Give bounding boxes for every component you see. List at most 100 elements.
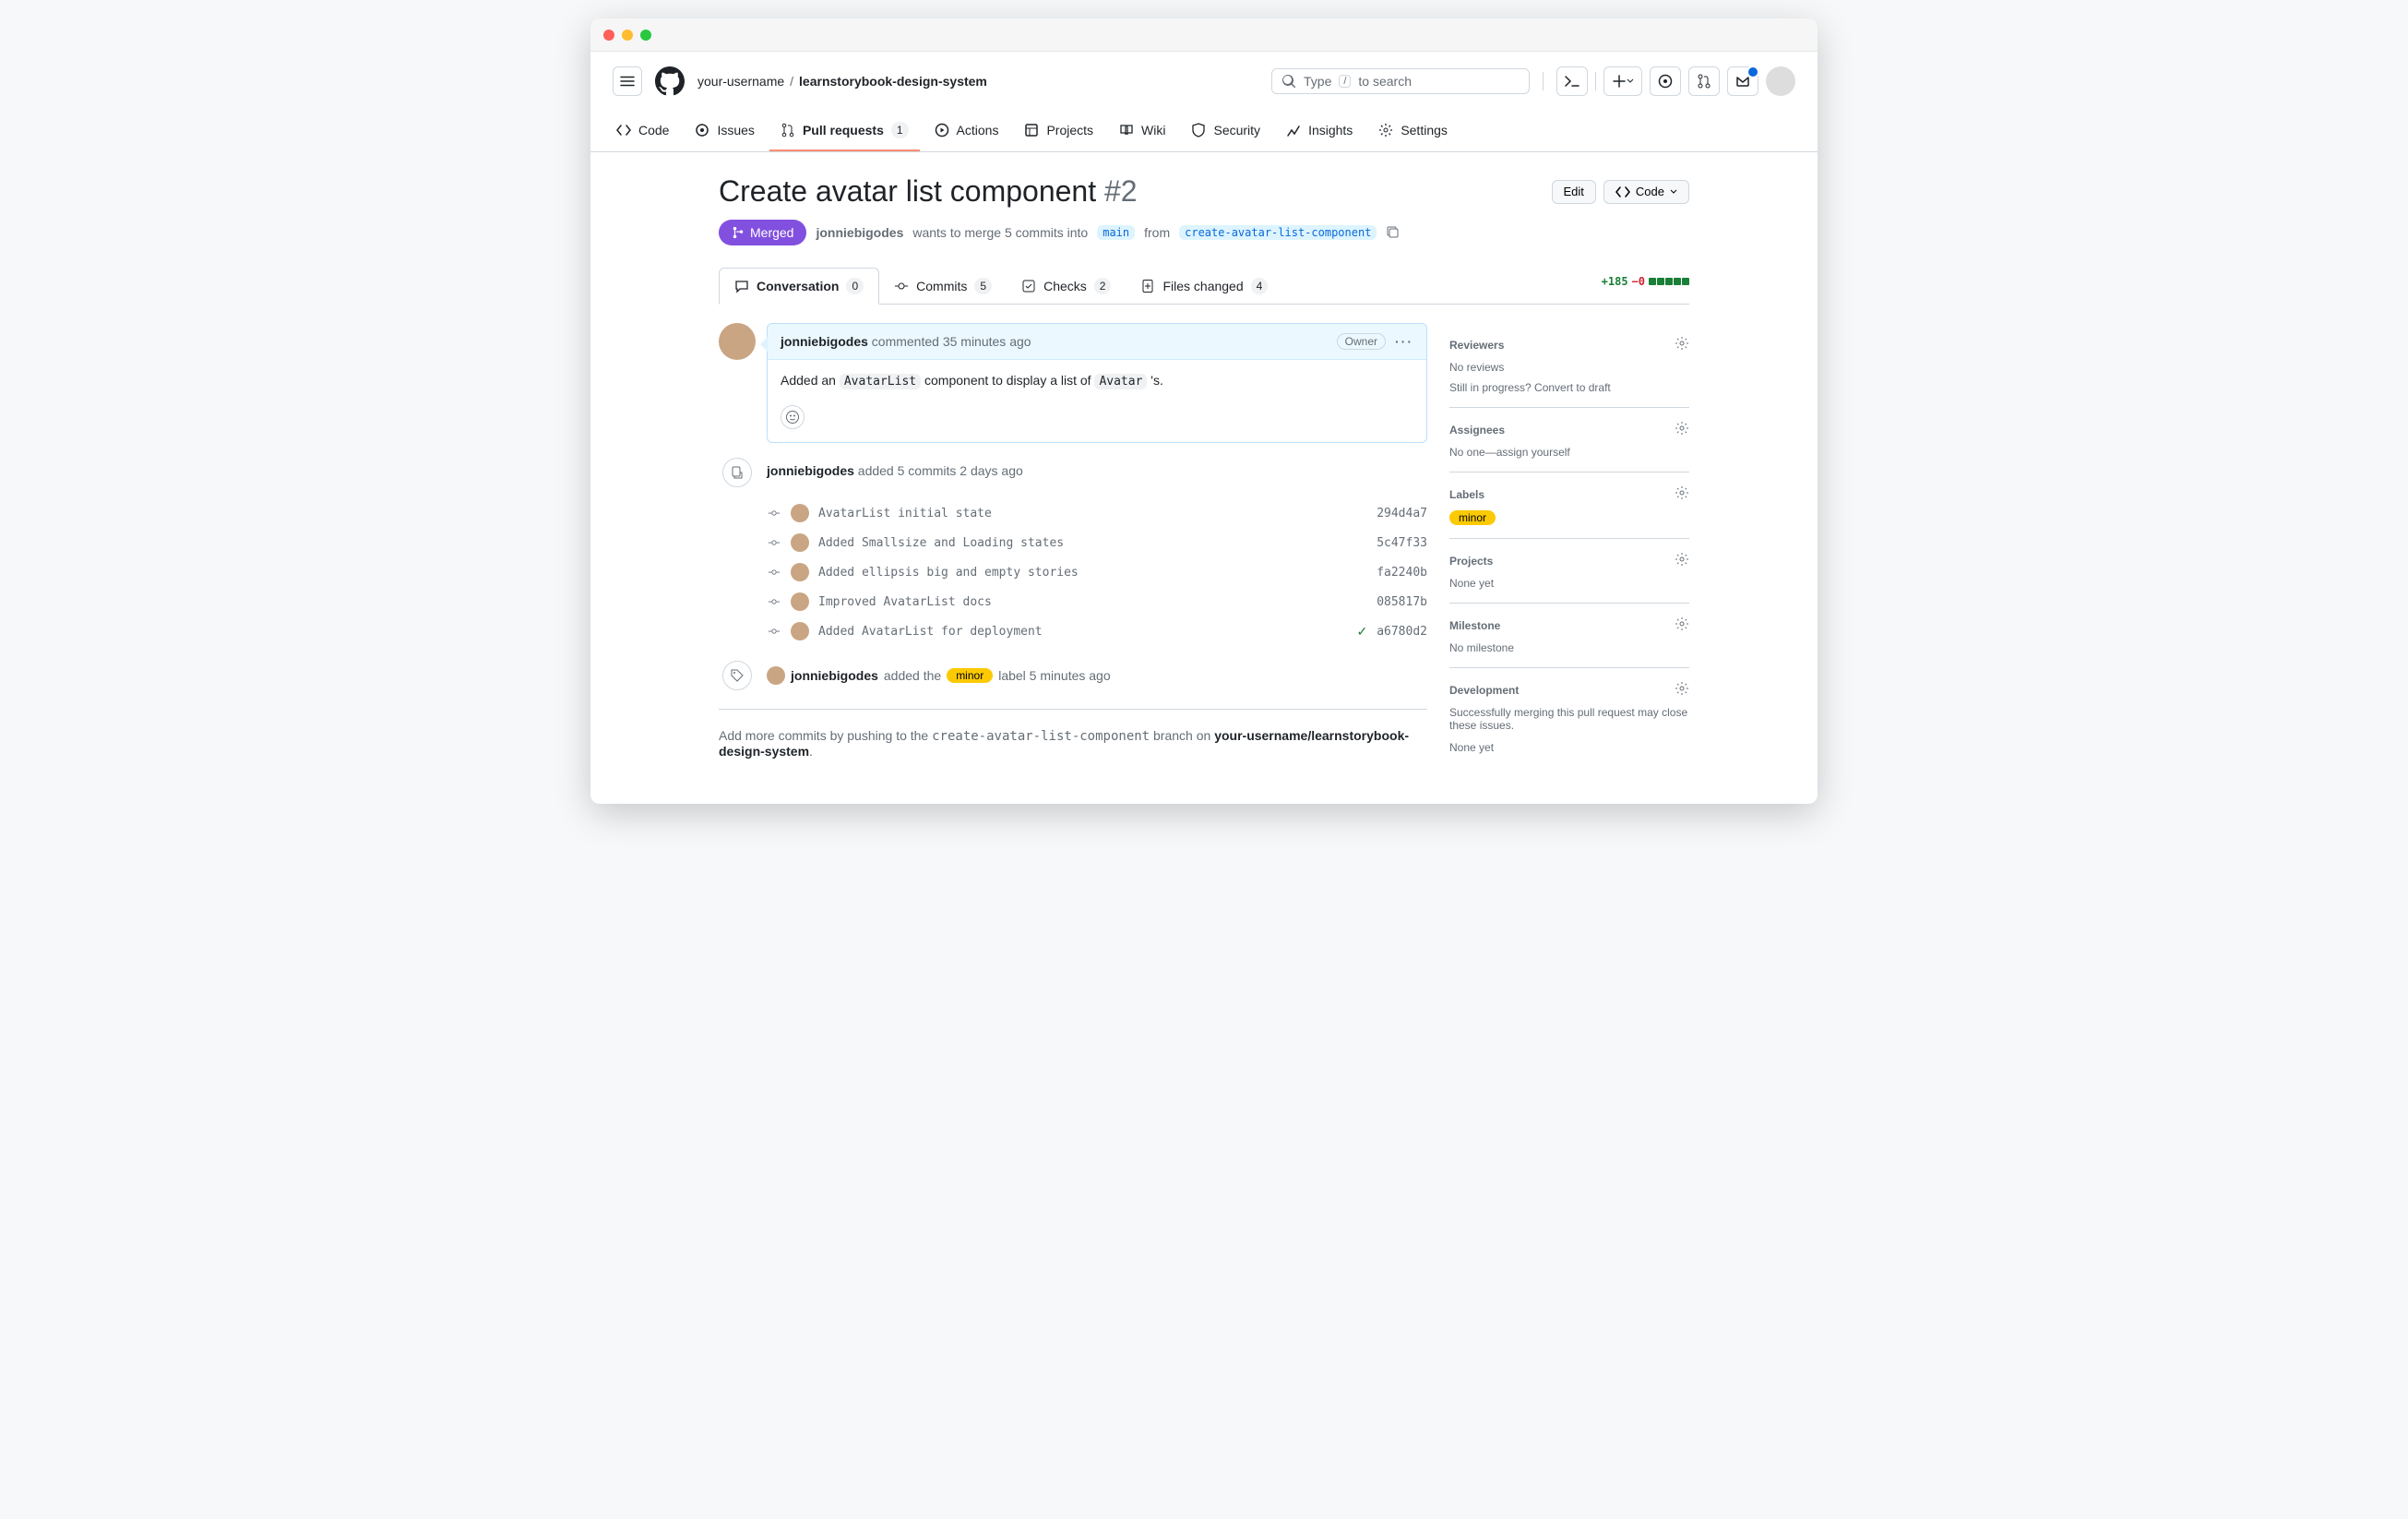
label-event-avatar[interactable] [767,666,785,685]
sidebar-reviewers-body: No reviews [1449,361,1689,374]
diff-stat: +185 −0 [1602,275,1689,297]
notifications-button[interactable] [1727,66,1758,96]
head-branch[interactable]: create-avatar-list-component [1179,225,1377,240]
convert-to-draft-link[interactable]: Convert to draft [1534,381,1611,394]
tab-actions[interactable]: Actions [924,112,1010,150]
breadcrumb: your-username / learnstorybook-design-sy… [697,74,987,89]
tab-files-changed[interactable]: Files changed4 [1126,268,1282,304]
pr-meta-text: wants to merge 5 commits into [912,225,1088,240]
pr-title: Create avatar list component #2 [719,174,1138,209]
commit-sha[interactable]: 085817b [1377,595,1427,609]
gear-icon[interactable] [1675,616,1689,634]
gear-icon[interactable] [1675,485,1689,503]
search-icon [1281,74,1296,89]
commit-sha[interactable]: 294d4a7 [1377,507,1427,520]
gear-icon[interactable] [1675,552,1689,569]
commit-author-avatar[interactable] [791,504,809,522]
comment: jonniebigodes commented 35 minutes ago O… [767,323,1427,443]
tab-code[interactable]: Code [605,112,680,150]
sidebar-projects-title: Projects [1449,555,1493,568]
check-icon: ✓ [1356,624,1367,640]
window-minimize[interactable] [622,30,633,41]
commits-event: jonniebigodes added 5 commits 2 days ago [767,458,1023,478]
pr-author[interactable]: jonniebigodes [816,225,903,240]
search-kbd: / [1339,75,1351,88]
tab-checks[interactable]: Checks2 [1007,268,1126,304]
commit-row: AvatarList initial state 294d4a7 [767,498,1427,528]
commit-author-avatar[interactable] [791,563,809,581]
tab-commits[interactable]: Commits5 [879,268,1007,304]
copy-branch-icon[interactable] [1386,225,1401,240]
sidebar-milestone-body: No milestone [1449,641,1689,654]
window-close[interactable] [603,30,614,41]
commit-row: Added Smallsize and Loading states 5c47f3… [767,528,1427,557]
commit-sha[interactable]: fa2240b [1377,566,1427,580]
label-chip[interactable]: minor [947,668,993,683]
commit-node-icon [767,624,781,639]
commit-node-icon [767,594,781,609]
tab-wiki[interactable]: Wiki [1108,112,1176,150]
search-placeholder-prefix: Type [1304,74,1331,89]
comment-author[interactable]: jonniebigodes [781,334,868,349]
commit-node-icon [767,535,781,550]
gear-icon[interactable] [1675,681,1689,699]
gear-icon[interactable] [1675,421,1689,438]
breadcrumb-repo[interactable]: learnstorybook-design-system [799,74,987,89]
user-avatar[interactable] [1766,66,1795,96]
label-chip[interactable]: minor [1449,510,1496,525]
search-placeholder-suffix: to search [1358,74,1412,89]
commit-message[interactable]: Added Smallsize and Loading states [818,536,1367,550]
breadcrumb-owner[interactable]: your-username [697,74,784,89]
tab-settings[interactable]: Settings [1367,112,1459,150]
create-new-button[interactable] [1603,66,1642,96]
sidebar-projects-body: None yet [1449,577,1689,590]
assign-yourself-link[interactable]: assign yourself [1496,446,1570,459]
commit-node-icon [767,506,781,520]
commit-message[interactable]: Added AvatarList for deployment [818,625,1347,639]
commit-message[interactable]: AvatarList initial state [818,507,1367,520]
tab-issues[interactable]: Issues [684,112,765,150]
push-event-icon [722,458,752,487]
sidebar-development-title: Development [1449,684,1519,697]
window-maximize[interactable] [640,30,651,41]
tab-projects[interactable]: Projects [1013,112,1104,150]
push-hint: Add more commits by pushing to the creat… [719,709,1427,759]
sidebar-milestone-title: Milestone [1449,619,1500,632]
tab-conversation[interactable]: Conversation0 [719,268,879,305]
base-branch[interactable]: main [1097,225,1135,240]
search-input[interactable]: Type / to search [1271,68,1530,94]
commit-node-icon [767,565,781,580]
sidebar-reviewers-title: Reviewers [1449,339,1504,352]
comment-timestamp: commented 35 minutes ago [872,334,1031,349]
code-dropdown-button[interactable]: Code [1603,180,1689,204]
comment-author-avatar[interactable] [719,323,756,360]
commit-row: Improved AvatarList docs 085817b [767,587,1427,616]
sidebar-assignees-title: Assignees [1449,424,1505,437]
hamburger-menu[interactable] [613,66,642,96]
tab-security[interactable]: Security [1180,112,1271,150]
tab-insights[interactable]: Insights [1275,112,1364,150]
commit-author-avatar[interactable] [791,622,809,640]
commit-message[interactable]: Added ellipsis big and empty stories [818,566,1367,580]
sidebar-labels-title: Labels [1449,488,1484,501]
comment-menu-icon[interactable]: ··· [1395,334,1413,349]
add-reaction-button[interactable] [781,405,805,429]
issues-button[interactable] [1650,66,1681,96]
github-logo[interactable] [655,66,685,96]
label-event: jonniebigodes added the minor label 5 mi… [767,661,1111,685]
commit-row: Added ellipsis big and empty stories fa22… [767,557,1427,587]
owner-badge: Owner [1337,333,1386,350]
tab-pull-requests[interactable]: Pull requests1 [769,111,920,151]
sidebar-development-body: Successfully merging this pull request m… [1449,706,1689,732]
pull-requests-button[interactable] [1688,66,1720,96]
commit-sha[interactable]: 5c47f33 [1377,536,1427,550]
command-palette-button[interactable] [1556,66,1588,96]
commit-author-avatar[interactable] [791,592,809,611]
comment-body: Added an AvatarList component to display… [768,360,1426,401]
commit-sha[interactable]: a6780d2 [1377,625,1427,639]
pr-state-badge: Merged [719,220,806,245]
commit-message[interactable]: Improved AvatarList docs [818,595,1367,609]
gear-icon[interactable] [1675,336,1689,353]
commit-author-avatar[interactable] [791,533,809,552]
edit-button[interactable]: Edit [1552,180,1596,204]
